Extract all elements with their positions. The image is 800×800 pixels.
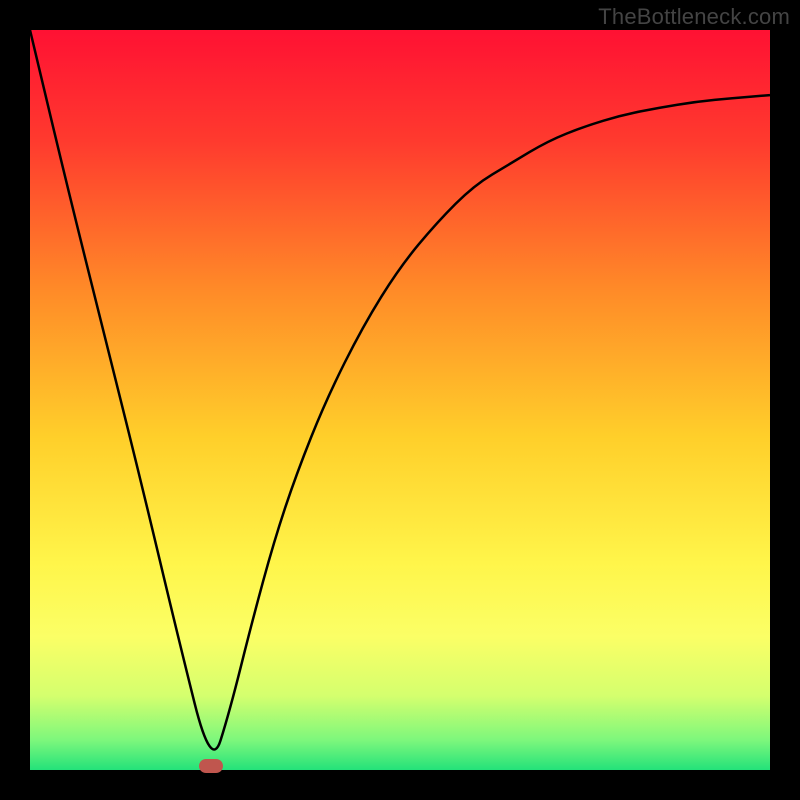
optimum-marker bbox=[199, 759, 223, 773]
watermark-text: TheBottleneck.com bbox=[598, 4, 790, 30]
bottleneck-curve-path bbox=[30, 30, 770, 750]
chart-frame: TheBottleneck.com bbox=[0, 0, 800, 800]
curve-layer bbox=[30, 30, 770, 770]
